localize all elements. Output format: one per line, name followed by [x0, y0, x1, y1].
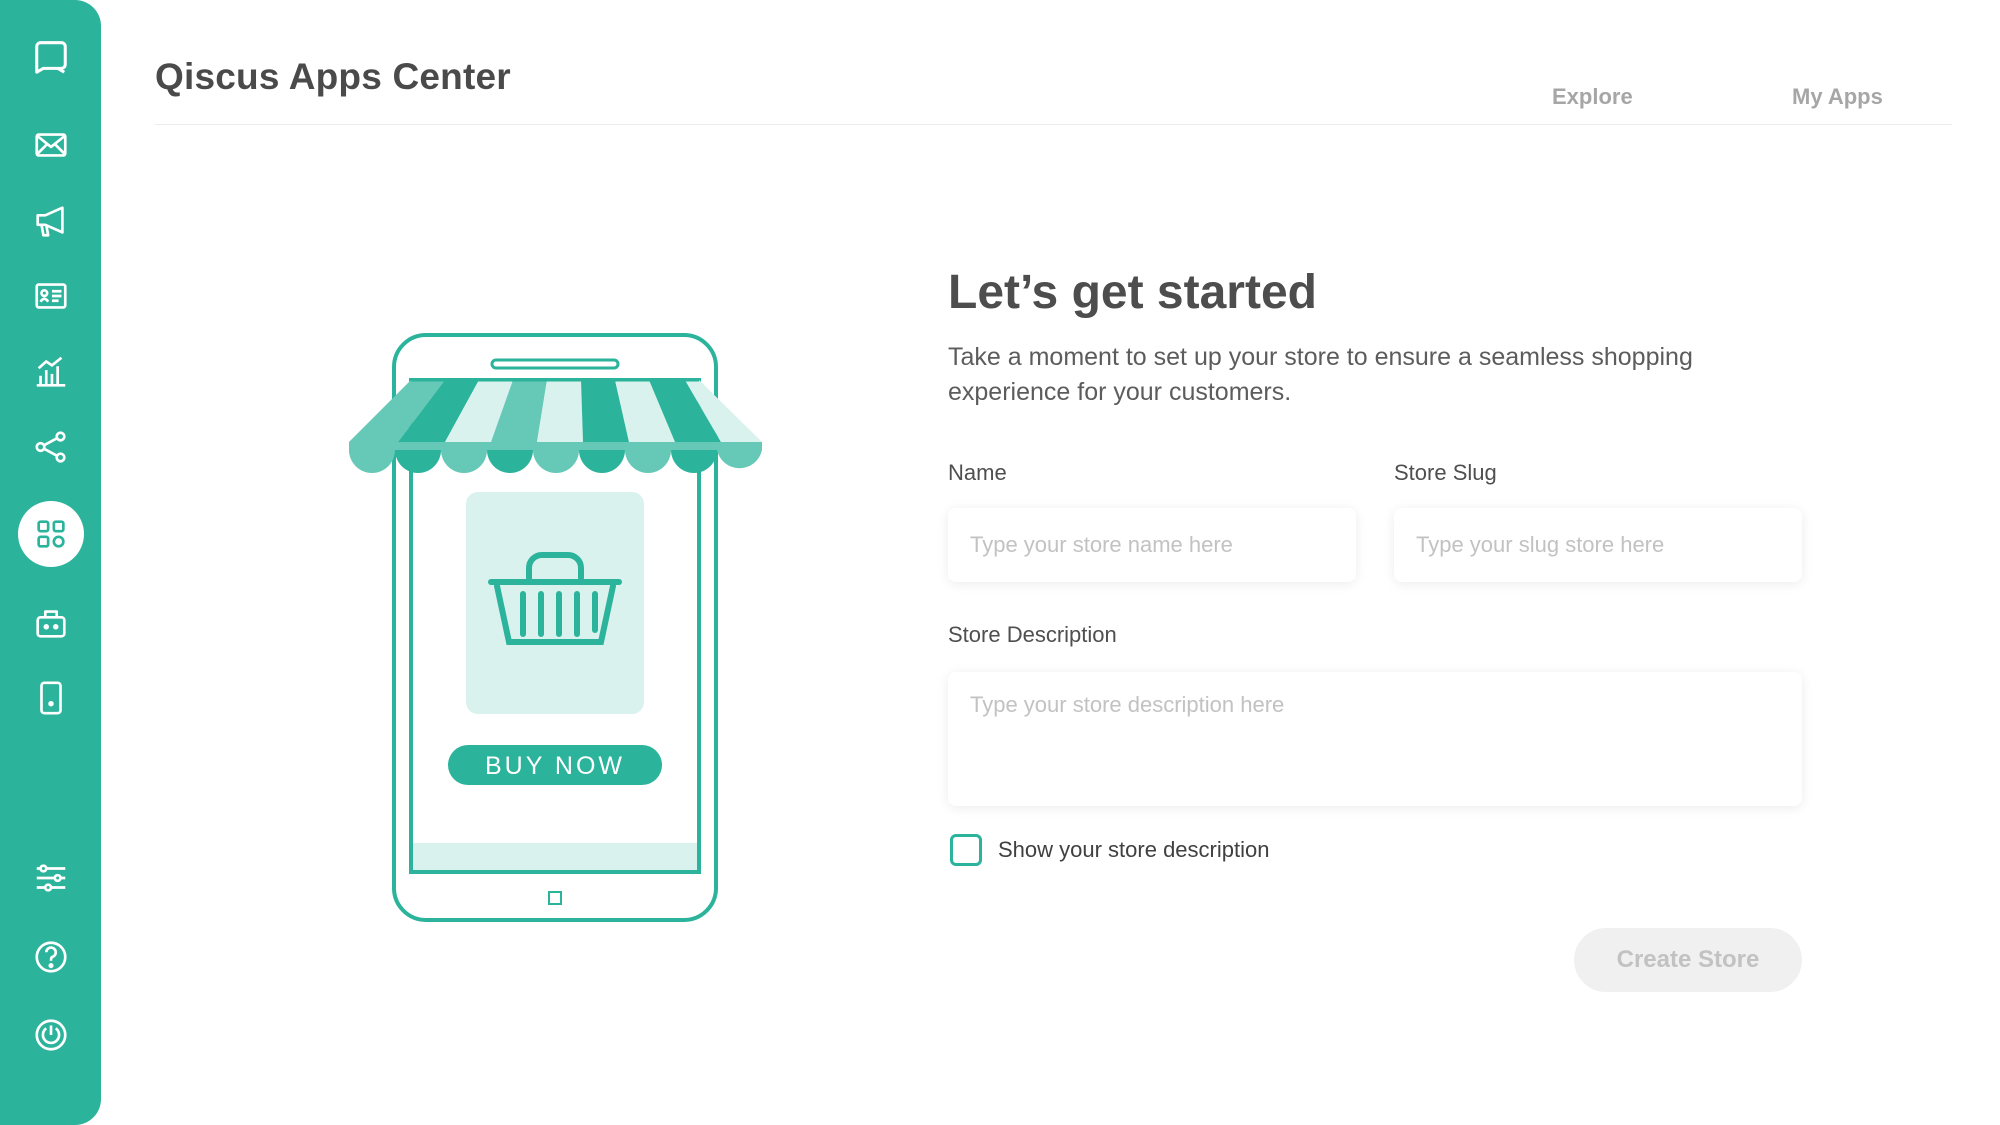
store-name-input[interactable]	[948, 508, 1356, 582]
nav-explore-link[interactable]: Explore	[1552, 84, 1633, 110]
top-nav: Explore My Apps	[0, 84, 2000, 114]
app-root: Qiscus Apps Center Explore My Apps BUY N…	[0, 0, 2000, 1125]
store-slug-input[interactable]	[1394, 508, 1802, 582]
bot-icon[interactable]	[23, 595, 79, 651]
analytics-icon[interactable]	[23, 344, 79, 400]
settings-sliders-icon[interactable]	[23, 850, 79, 906]
contact-card-icon[interactable]	[23, 268, 79, 324]
store-phone-illustration: BUY NOW	[349, 333, 762, 922]
form-title: Let’s get started	[948, 266, 1317, 319]
apps-grid-icon[interactable]	[17, 501, 84, 567]
show-description-option[interactable]: Show your store description	[950, 834, 1269, 866]
store-description-label: Store Description	[948, 622, 1117, 647]
store-slug-label: Store Slug	[1394, 460, 1497, 485]
form-subtitle: Take a moment to set up your store to en…	[948, 343, 1693, 406]
nav-my-apps-link[interactable]: My Apps	[1792, 84, 1883, 110]
chat-icon[interactable]	[23, 28, 79, 84]
name-label: Name	[948, 460, 1007, 485]
mobile-icon[interactable]	[23, 670, 79, 726]
header-divider	[155, 124, 1952, 125]
mail-icon[interactable]	[23, 117, 79, 173]
show-description-label: Show your store description	[998, 837, 1270, 862]
power-icon[interactable]	[23, 1007, 79, 1063]
share-nodes-icon[interactable]	[23, 419, 79, 475]
create-store-button[interactable]: Create Store	[1574, 928, 1802, 992]
help-icon[interactable]	[23, 929, 79, 985]
show-description-checkbox[interactable]	[950, 834, 982, 866]
buy-now-label: BUY NOW	[485, 752, 625, 780]
store-description-textarea[interactable]	[948, 672, 1802, 806]
megaphone-icon[interactable]	[23, 193, 79, 249]
sidebar	[0, 0, 101, 1125]
